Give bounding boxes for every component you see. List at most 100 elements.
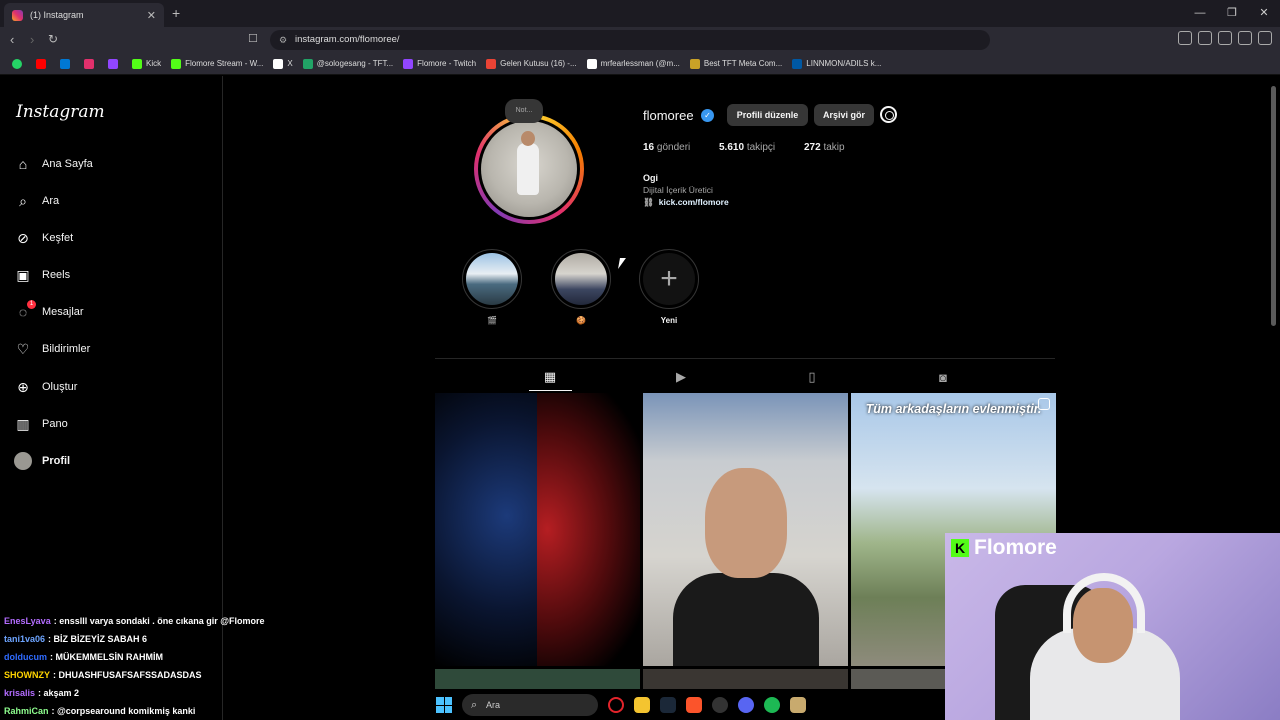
profile-link[interactable]: ⛓ kick.com/flomore xyxy=(643,197,729,208)
profile-tabs: ▦ ▶ ▯ ◙ xyxy=(435,358,1055,392)
new-tab-button[interactable]: + xyxy=(172,5,180,21)
nav-reels[interactable]: ▣ Reels xyxy=(14,263,70,287)
bookmark-item[interactable]: Gelen Kutusu (16) -... xyxy=(486,58,577,69)
browser-tab[interactable]: (1) Instagram ✕ xyxy=(4,3,164,27)
bookmark-favicon-icon xyxy=(302,58,313,69)
post-tile-2[interactable] xyxy=(643,393,848,666)
bookmark-item[interactable]: mrfearlessman (@m... xyxy=(586,58,680,69)
close-tab-icon[interactable]: ✕ xyxy=(147,9,156,22)
highlight-new[interactable]: + Yeni xyxy=(639,249,699,325)
bookmark-item[interactable]: X xyxy=(273,58,293,69)
forward-icon[interactable]: › xyxy=(30,32,34,47)
bookmark-item[interactable]: Flomore Stream - W... xyxy=(171,58,264,69)
sidebar-icon[interactable] xyxy=(1218,31,1232,45)
stream-brand-name: Flomore xyxy=(974,536,1057,559)
media-icon[interactable] xyxy=(1198,31,1212,45)
chat-username: krisalis xyxy=(4,688,36,698)
posts-count-label: gönderi xyxy=(656,142,691,153)
bookmark-outlook[interactable] xyxy=(60,58,74,69)
post-tile-5[interactable] xyxy=(643,669,848,689)
nav-search[interactable]: ⌕ Ara xyxy=(14,189,59,213)
outlook-icon xyxy=(60,58,70,69)
tab-posts-grid-icon[interactable]: ▦ xyxy=(540,367,560,387)
spotify-icon[interactable] xyxy=(764,697,780,713)
avatar-frame xyxy=(478,118,580,220)
minimize-icon[interactable]: — xyxy=(1184,0,1216,27)
webcam-headphones xyxy=(1063,573,1145,633)
profile-full-name: Ogi xyxy=(643,173,658,183)
following-count[interactable]: 272 takip xyxy=(804,142,845,153)
menu-icon[interactable] xyxy=(1258,31,1272,45)
highlight-1[interactable]: 🎬 xyxy=(462,249,522,325)
plus-square-icon: ⊕ xyxy=(17,378,29,395)
bookmark-item[interactable]: @sologesang - TFT... xyxy=(302,58,393,69)
messenger-icon: ◌ 1 xyxy=(14,300,36,321)
bookmark-icon[interactable]: ☐ xyxy=(248,32,258,45)
profile-avatar[interactable] xyxy=(474,114,584,224)
bookmark-whatsapp[interactable] xyxy=(12,58,26,69)
league-client-icon[interactable] xyxy=(790,697,806,713)
back-icon[interactable]: ‹ xyxy=(10,32,14,47)
view-archive-button[interactable]: Arşivi gör xyxy=(814,104,874,126)
site-info-icon[interactable]: ⚙ xyxy=(279,30,287,50)
highlight-new-cover: + xyxy=(639,249,699,309)
messages-badge: 1 xyxy=(27,300,36,309)
post-1-red-half xyxy=(537,393,640,666)
bookmark-label: Flomore Stream - W... xyxy=(185,59,264,68)
post-tile-1[interactable] xyxy=(435,393,640,666)
bookmark-instagram[interactable] xyxy=(84,58,98,69)
followers-count[interactable]: 5.610 takipçi xyxy=(719,142,775,153)
extensions-icon[interactable] xyxy=(1178,31,1192,45)
address-bar[interactable]: ⚙ instagram.com/flomoree/ xyxy=(270,30,990,50)
instagram-icon xyxy=(84,58,94,69)
bookmark-label: Kick xyxy=(146,59,162,68)
profile-username: flomoree xyxy=(643,108,694,123)
tab-title: (1) Instagram xyxy=(30,10,84,20)
file-explorer-icon[interactable] xyxy=(634,697,650,713)
chat-username: EnesLyava xyxy=(4,616,51,626)
tab-tagged-icon[interactable]: ◙ xyxy=(933,367,953,387)
nav-messages[interactable]: ◌ 1 Mesajlar xyxy=(14,300,84,324)
bookmark-item[interactable]: Best TFT Meta Com... xyxy=(689,58,782,69)
highlight-2[interactable]: 🍪 xyxy=(551,249,611,325)
discord-icon[interactable] xyxy=(738,697,754,713)
instagram-logo[interactable]: Instagram xyxy=(16,102,105,122)
nav-search-label: Ara xyxy=(42,195,60,207)
maximize-icon[interactable]: ❐ xyxy=(1216,0,1248,27)
opera-icon[interactable] xyxy=(608,697,624,713)
profile-link-text: kick.com/flomore xyxy=(658,197,729,207)
tab-saved-icon[interactable]: ▯ xyxy=(802,367,822,387)
wallet-icon[interactable] xyxy=(1238,31,1252,45)
bookmark-twitch[interactable] xyxy=(108,58,122,69)
close-window-icon[interactable]: ✕ xyxy=(1248,0,1280,27)
post-tile-4[interactable] xyxy=(435,669,640,689)
bookmark-label: X xyxy=(287,59,293,68)
post-tile-6[interactable] xyxy=(851,669,945,689)
nav-messages-label: Mesajlar xyxy=(42,306,84,318)
tab-reels-icon[interactable]: ▶ xyxy=(671,367,691,387)
obs-icon[interactable] xyxy=(712,697,728,713)
page-scrollbar[interactable] xyxy=(1271,86,1276,326)
nav-create[interactable]: ⊕ Oluştur xyxy=(14,375,77,399)
brave-icon[interactable] xyxy=(686,697,702,713)
bookmark-item[interactable]: Flomore - Twitch xyxy=(403,58,476,69)
nav-home[interactable]: ⌂ Ana Sayfa xyxy=(14,152,93,176)
edit-profile-button[interactable]: Profili düzenle xyxy=(727,104,808,126)
whatsapp-icon xyxy=(12,58,22,69)
reload-icon[interactable]: ↻ xyxy=(48,32,58,46)
windows-start-icon[interactable] xyxy=(436,697,452,713)
bookmark-youtube[interactable] xyxy=(36,58,50,69)
nav-reels-label: Reels xyxy=(42,269,71,281)
nav-profile[interactable]: Profil xyxy=(14,449,70,473)
nav-explore[interactable]: ⊘ Keşfet xyxy=(14,226,73,250)
bookmark-item[interactable]: Kick xyxy=(132,58,162,69)
settings-gear-icon[interactable] xyxy=(880,106,897,123)
nav-dashboard[interactable]: ▥ Pano xyxy=(14,412,67,436)
bookmark-favicon-icon xyxy=(586,58,597,69)
profile-note-bubble[interactable]: Not... xyxy=(505,99,543,123)
taskbar-search[interactable]: Ara xyxy=(462,694,598,716)
avatar-person xyxy=(517,143,539,195)
bookmark-item[interactable]: LINNMON/ADILS k... xyxy=(792,58,881,69)
steam-icon[interactable] xyxy=(660,697,676,713)
nav-notifications[interactable]: ♡ Bildirimler xyxy=(14,337,91,361)
